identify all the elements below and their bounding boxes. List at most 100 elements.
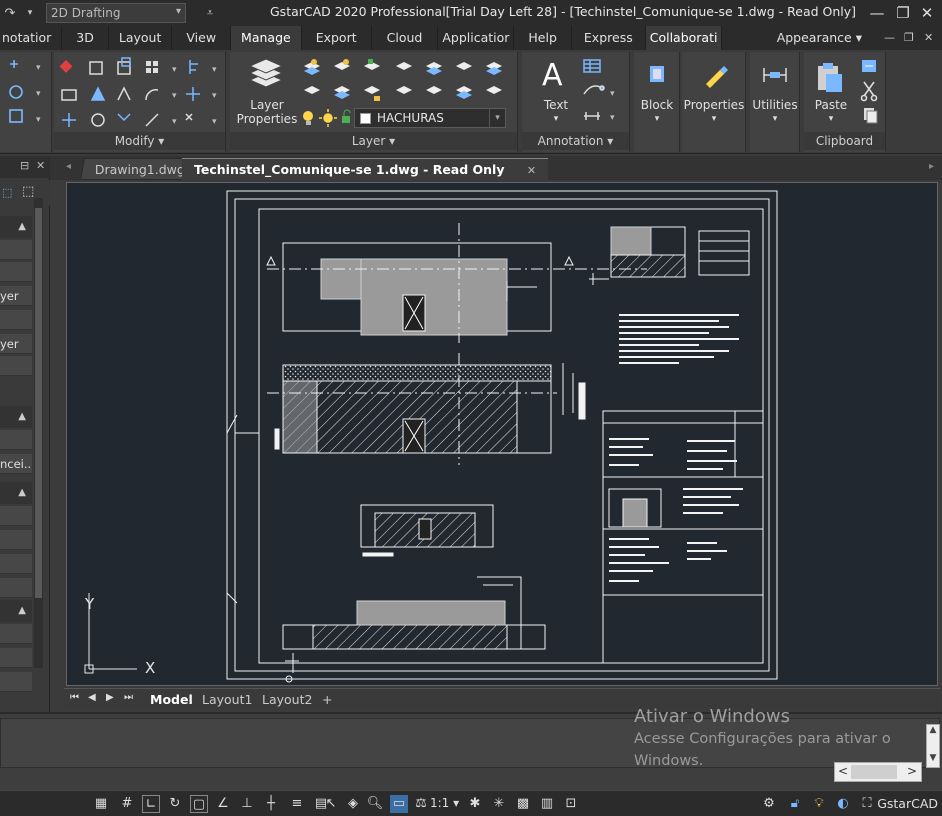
- tab-layout[interactable]: Layout: [109, 26, 173, 50]
- grid-icon[interactable]: ▦: [92, 795, 110, 813]
- paste-button[interactable]: Paste ▾: [808, 98, 854, 126]
- select-objects-icon[interactable]: ⬚: [2, 186, 12, 199]
- tab-help[interactable]: Help: [514, 26, 572, 50]
- annotation-scale[interactable]: 1:1 ▾: [430, 796, 459, 810]
- paste-icon[interactable]: [812, 60, 846, 94]
- last-layout-icon[interactable]: ⏭: [124, 692, 133, 703]
- palette-section-3d[interactable]: ▲: [0, 406, 32, 428]
- palette-section-general[interactable]: ▲: [0, 216, 32, 238]
- properties-icon[interactable]: [700, 60, 730, 90]
- tab-cloud[interactable]: Cloud: [372, 26, 439, 50]
- modify-panel-title[interactable]: Modify ▾: [54, 132, 225, 150]
- ribbon-minimize-icon[interactable]: —: [884, 31, 895, 44]
- tabs-scroll-left-icon[interactable]: ◂: [66, 161, 71, 172]
- isolate-icon[interactable]: ▥: [538, 795, 556, 813]
- tab-model[interactable]: Model: [146, 690, 197, 710]
- restore-icon[interactable]: ❐: [890, 2, 916, 24]
- fullscreen-icon[interactable]: ⛶: [858, 795, 876, 813]
- lineweight-icon[interactable]: ≡: [288, 795, 306, 813]
- command-line[interactable]: [0, 718, 940, 768]
- text-button[interactable]: Text ▾: [534, 98, 578, 126]
- close-tab-icon[interactable]: ✕: [527, 164, 536, 177]
- ribbon-restore-icon[interactable]: ❐: [904, 31, 914, 44]
- auto-scale-icon[interactable]: ✳: [490, 795, 508, 813]
- tab-view[interactable]: View: [172, 26, 232, 50]
- palette-section-misc[interactable]: ▲: [0, 600, 32, 622]
- annotation-panel-title[interactable]: Annotation ▾: [522, 132, 629, 150]
- palette-close-icon[interactable]: ✕: [36, 159, 45, 172]
- clipboard-panel-title[interactable]: Clipboard: [804, 132, 885, 150]
- settings-icon[interactable]: ⚙: [760, 795, 778, 813]
- tab-application[interactable]: Applicatior: [438, 26, 515, 50]
- zoom-icon[interactable]: 🔍︎: [366, 795, 384, 813]
- palette-section-geometry[interactable]: ▲: [0, 482, 32, 504]
- layer-tools-icon[interactable]: [300, 56, 510, 104]
- snap-icon[interactable]: #: [118, 795, 136, 813]
- appearance-menu[interactable]: Appearance ▾: [777, 30, 862, 45]
- palette-scroll-thumb[interactable]: [35, 208, 42, 598]
- first-layout-icon[interactable]: ⏮: [70, 692, 79, 703]
- redo-icon[interactable]: ↷: [0, 3, 20, 23]
- scroll-up-icon[interactable]: ▲: [927, 725, 939, 735]
- utilities-button[interactable]: Utilities ▾: [750, 98, 800, 126]
- customize-toolbar-icon[interactable]: ⩡: [200, 3, 220, 23]
- layers-icon[interactable]: ◈: [344, 795, 362, 813]
- tab-layout2[interactable]: Layout2: [258, 690, 316, 710]
- scroll-thumb[interactable]: [851, 765, 897, 779]
- next-layout-icon[interactable]: ▶: [106, 692, 114, 703]
- layer-properties-button[interactable]: Layer Properties: [234, 98, 300, 126]
- annotation-tools-icon[interactable]: ▾▾: [580, 58, 626, 128]
- tab-export[interactable]: Export: [302, 26, 372, 50]
- tab-techinstel[interactable]: Techinstel_Comunique-se 1.dwg - Read Onl…: [182, 158, 549, 180]
- viewport-icon[interactable]: ▭: [390, 795, 408, 813]
- annotation-scale-icon[interactable]: ⚖: [412, 795, 430, 813]
- tab-3d[interactable]: 3D: [62, 26, 109, 50]
- minimize-icon[interactable]: —: [864, 2, 890, 24]
- block-icon[interactable]: [642, 60, 672, 90]
- hardware-accel-icon[interactable]: ▩: [514, 795, 532, 813]
- tab-layout1[interactable]: Layout1: [198, 690, 256, 710]
- quick-select-icon[interactable]: ⬚: [22, 184, 34, 199]
- otrack-icon[interactable]: ∠: [214, 795, 232, 813]
- layer-panel-title[interactable]: Layer ▾: [230, 132, 517, 150]
- osnap-icon[interactable]: ▢: [190, 795, 208, 813]
- prev-layout-icon[interactable]: ◀: [88, 692, 96, 703]
- close-icon[interactable]: ✕: [914, 2, 940, 24]
- tab-collaborate[interactable]: Collaborati: [645, 26, 723, 50]
- ducs-icon[interactable]: ⊥: [238, 795, 256, 813]
- add-layout-button[interactable]: +: [318, 690, 336, 710]
- layer-properties-icon[interactable]: [246, 58, 286, 94]
- polar-icon[interactable]: ↻: [166, 795, 184, 813]
- isolate-objects-icon[interactable]: ◐: [834, 795, 852, 813]
- draw-tools-icon[interactable]: ▾ ▾ ▾: [0, 56, 52, 136]
- modify-tools-icon[interactable]: ▾ ▾ ▾ ▾ ▾ ▾: [54, 56, 226, 136]
- model-space-viewport[interactable]: Y X: [66, 182, 938, 686]
- tab-express[interactable]: Express: [572, 26, 646, 50]
- dyn-input-icon[interactable]: ┼: [262, 795, 280, 813]
- ortho-icon[interactable]: ∟: [142, 795, 160, 813]
- palette-menu-icon[interactable]: ⊟: [20, 159, 29, 172]
- ribbon-close-icon[interactable]: ✕: [924, 31, 933, 44]
- block-button[interactable]: Block ▾: [634, 98, 680, 126]
- bulb-icon[interactable]: 💡︎: [810, 795, 828, 813]
- tabs-scroll-right-icon[interactable]: ▸: [929, 161, 934, 172]
- layer-dropdown[interactable]: HACHURAS ▾: [354, 108, 506, 128]
- utilities-icon[interactable]: [760, 60, 790, 90]
- lock-icon[interactable]: 🔓︎: [786, 795, 804, 813]
- scroll-down-icon[interactable]: ▼: [927, 753, 939, 763]
- text-tool-icon[interactable]: A: [542, 58, 563, 93]
- tab-annotation[interactable]: notatior: [0, 26, 63, 50]
- scroll-left-icon[interactable]: <: [838, 764, 848, 778]
- tab-manage[interactable]: Manage: [231, 26, 302, 50]
- command-scrollbar[interactable]: ▲ ▼: [926, 724, 940, 768]
- palette-scrollbar[interactable]: [34, 198, 43, 668]
- quick-access-dropdown-icon[interactable]: ▾: [20, 3, 40, 23]
- cursor-icon[interactable]: ↖: [322, 795, 340, 813]
- horizontal-scrollbar[interactable]: < >: [834, 762, 922, 782]
- scroll-right-icon[interactable]: >: [907, 764, 917, 778]
- properties-button[interactable]: Properties ▾: [682, 98, 746, 126]
- layer-state-icons[interactable]: [302, 108, 358, 128]
- clean-screen-icon[interactable]: ⊡: [562, 795, 580, 813]
- annotation-visibility-icon[interactable]: ✱: [466, 795, 484, 813]
- workspace-selector[interactable]: 2D Drafting ▾: [46, 3, 186, 23]
